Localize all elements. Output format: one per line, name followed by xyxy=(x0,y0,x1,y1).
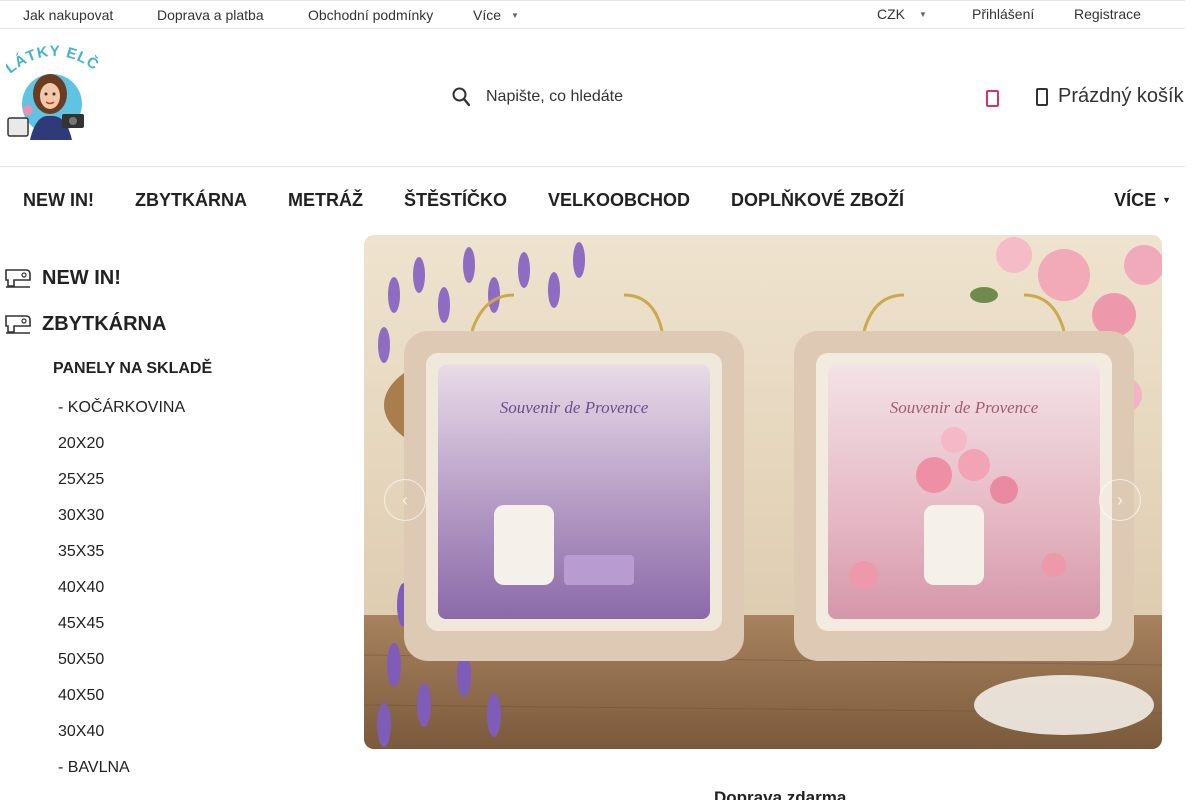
logo-illustration: LÁTKY ELČA xyxy=(0,31,102,140)
nav-item-velkoobchod[interactable]: VELKOOBCHOD xyxy=(548,190,690,211)
main-navigation: NEW IN! ZBYTKÁRNA METRÁŽ ŠTĚSTÍČKO VELKO… xyxy=(0,190,1185,214)
chevron-down-icon: ▼ xyxy=(511,11,519,20)
carousel-next-button[interactable]: › xyxy=(1099,479,1141,521)
sidebar-item-40x50[interactable]: 40X50 xyxy=(58,687,104,705)
sidebar-item-45x45[interactable]: 45X45 xyxy=(58,615,104,633)
wishlist-heart-icon[interactable] xyxy=(985,88,1001,113)
chevron-right-icon: › xyxy=(1117,489,1123,510)
sidebar-item-35x35[interactable]: 35X35 xyxy=(58,543,104,561)
carousel-prev-button[interactable]: ‹ xyxy=(384,479,426,521)
cart-button[interactable]: Prázdný košík xyxy=(1036,85,1184,108)
cart-label: Prázdný košík xyxy=(1058,85,1184,107)
search-bar[interactable] xyxy=(452,84,746,110)
sidebar-category-zbytkarna[interactable]: ZBYTKÁRNA xyxy=(4,312,166,336)
nav-more-menu[interactable]: VÍCE ▼ xyxy=(1114,190,1171,211)
register-link[interactable]: Registrace xyxy=(1074,6,1141,22)
chevron-down-icon: ▼ xyxy=(1162,195,1171,205)
right-bag-souvenir-text: Souvenir de Provence xyxy=(890,398,1039,417)
sidebar-item-50x50[interactable]: 50X50 xyxy=(58,651,104,669)
sidebar-category-label: ZBYTKÁRNA xyxy=(42,312,167,335)
sidebar-item-40x40[interactable]: 40X40 xyxy=(58,579,104,597)
topbar-more-label: Více xyxy=(473,7,502,23)
sidebar-item-25x25[interactable]: 25X25 xyxy=(58,471,104,489)
sidebar-subcategory-panely[interactable]: PANELY NA SKLADĚ xyxy=(53,360,212,378)
nav-item-stesticko[interactable]: ŠTĚSTÍČKO xyxy=(404,190,507,211)
logo-text: LÁTKY ELČA xyxy=(0,31,102,77)
currency-selector[interactable]: CZK ▼ xyxy=(877,6,927,22)
free-shipping-heading: Doprava zdarma xyxy=(714,788,847,800)
svg-text:LÁTKY ELČA: LÁTKY ELČA xyxy=(6,44,98,77)
login-link[interactable]: Přihlášení xyxy=(972,6,1034,22)
sidebar-item-30x30[interactable]: 30X30 xyxy=(58,507,104,525)
topbar-link-doprava-a-platba[interactable]: Doprava a platba xyxy=(157,7,264,23)
sewing-machine-icon xyxy=(5,269,31,288)
topbar-link-obchodni-podminky[interactable]: Obchodní podmínky xyxy=(308,7,433,23)
nav-item-zbytkarna[interactable]: ZBYTKÁRNA xyxy=(135,190,247,211)
sidebar-category-label: NEW IN! xyxy=(42,266,121,289)
sidebar-item-kocarkovina[interactable]: - KOČÁRKOVINA xyxy=(58,399,185,417)
chevron-left-icon: ‹ xyxy=(402,489,408,510)
topbar-more-menu[interactable]: Více ▼ xyxy=(473,7,519,23)
search-input[interactable] xyxy=(486,88,746,106)
sidebar-category-new-in[interactable]: NEW IN! xyxy=(4,266,121,290)
left-bag-souvenir-text: Souvenir de Provence xyxy=(500,398,649,417)
nav-more-label: VÍCE xyxy=(1114,190,1157,210)
top-bar: Jak nakupovat Doprava a platba Obchodní … xyxy=(0,0,1185,29)
header-divider xyxy=(0,166,1185,167)
site-logo[interactable]: LÁTKY ELČA xyxy=(0,31,102,140)
nav-item-doplnkove-zbozi[interactable]: DOPLŇKOVÉ ZBOŽÍ xyxy=(731,190,904,211)
hero-banner-image[interactable]: Souvenir de Provence Souvenir de Provenc… xyxy=(364,235,1162,749)
sidebar-item-20x20[interactable]: 20X20 xyxy=(58,435,104,453)
currency-label: CZK xyxy=(877,6,905,22)
chevron-down-icon: ▼ xyxy=(919,10,927,19)
cart-icon xyxy=(1036,87,1048,106)
topbar-link-jak-nakupovat[interactable]: Jak nakupovat xyxy=(23,7,113,23)
sewing-machine-icon xyxy=(5,315,31,334)
banner-illustration: Souvenir de Provence Souvenir de Provenc… xyxy=(364,235,1162,749)
nav-item-metraz[interactable]: METRÁŽ xyxy=(288,190,363,211)
search-icon xyxy=(452,87,470,107)
sidebar-item-bavlna[interactable]: - BAVLNA xyxy=(58,759,130,777)
nav-item-new-in[interactable]: NEW IN! xyxy=(23,190,94,211)
sidebar-item-30x40[interactable]: 30X40 xyxy=(58,723,104,741)
